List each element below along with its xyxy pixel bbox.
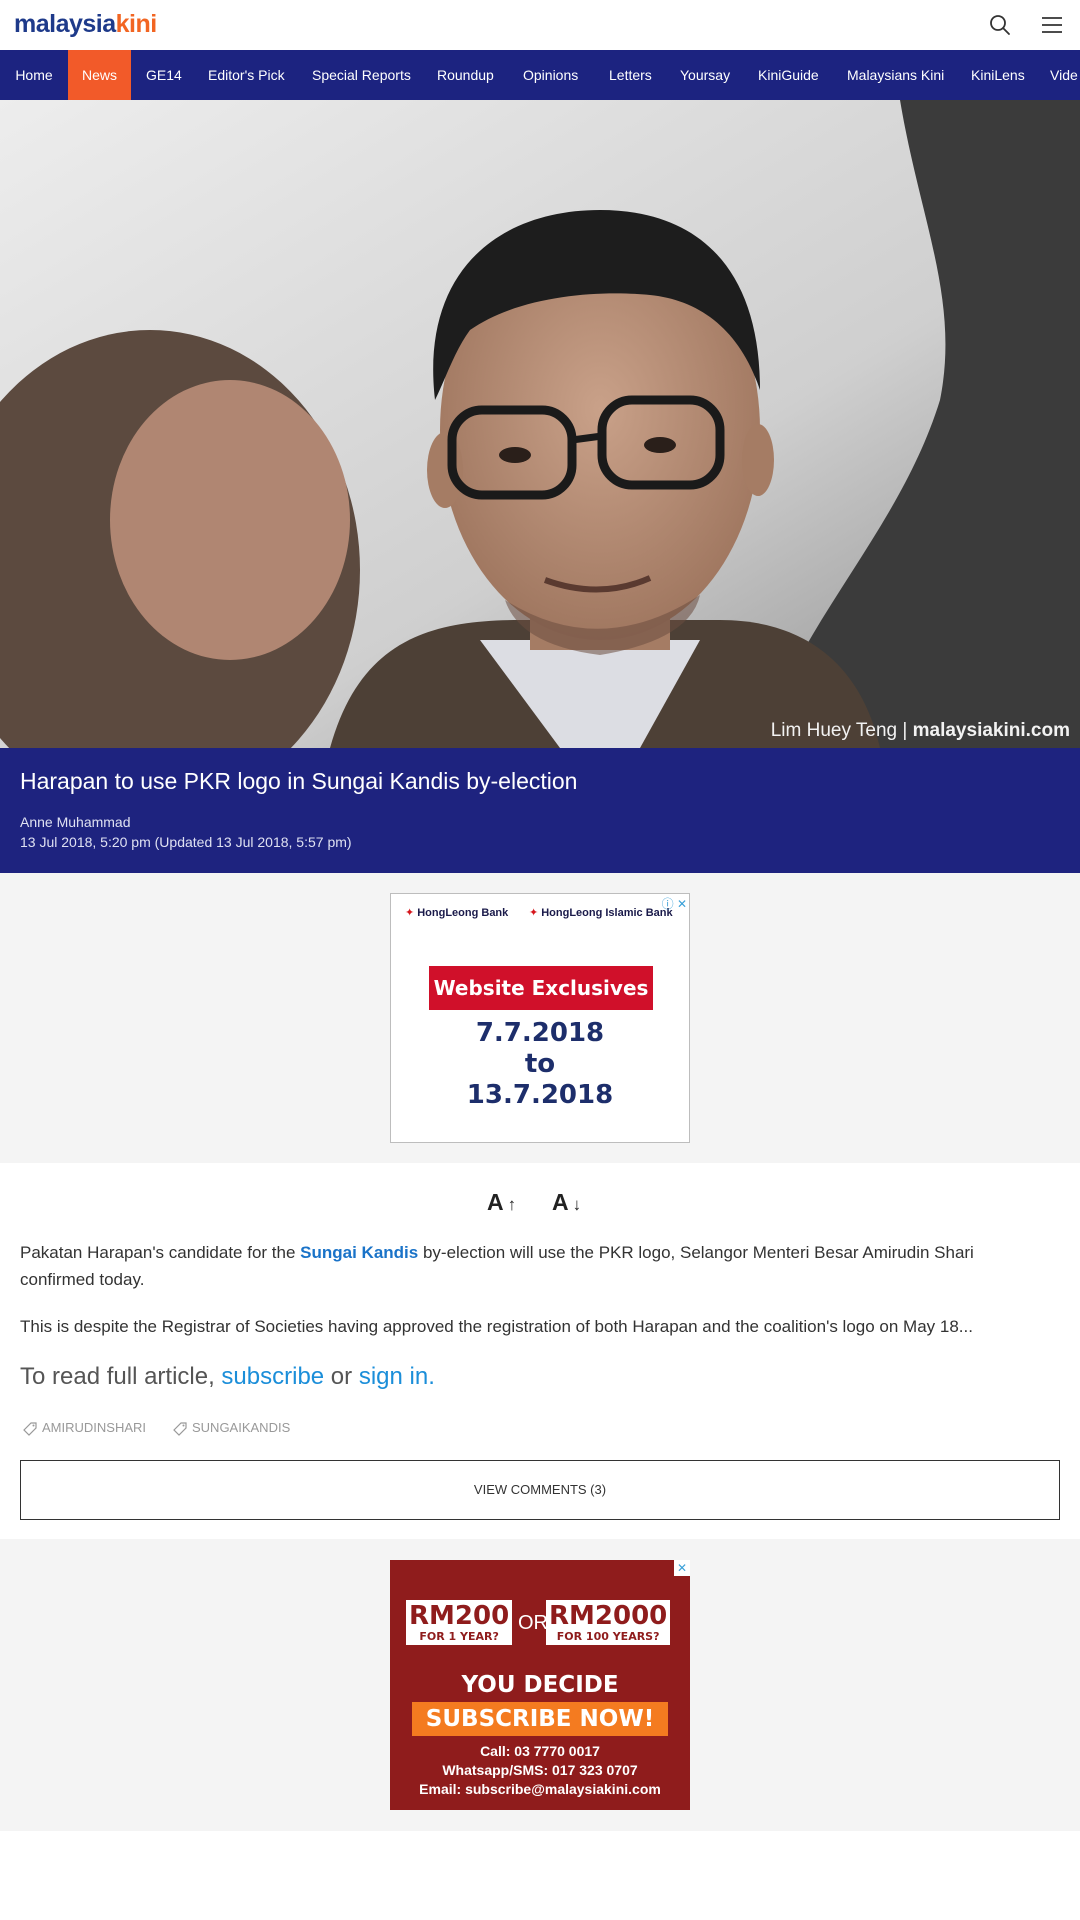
- ad-or-text: OR: [518, 1612, 548, 1634]
- arrow-up-icon: ↑: [507, 1195, 517, 1214]
- top-header: malaysiakini: [0, 0, 1080, 50]
- nav-item-home[interactable]: Home: [0, 50, 68, 100]
- nav-item-special-reports[interactable]: Special Reports: [312, 50, 411, 100]
- nav-item-letters[interactable]: Letters: [609, 50, 652, 100]
- article-header: Harapan to use PKR logo in Sungai Kandis…: [0, 748, 1080, 873]
- site-logo[interactable]: malaysiakini: [14, 10, 157, 39]
- sign-in-link[interactable]: sign in.: [359, 1363, 435, 1390]
- hong-leong-ad[interactable]: ✦ HongLeong Bank ✦ HongLeong Islamic Bank …: [390, 893, 690, 1143]
- ad-whatsapp: Whatsapp/SMS: 017 323 0707: [442, 1762, 638, 1778]
- ad-date-to-word: to: [524, 1049, 556, 1079]
- article-title: Harapan to use PKR logo in Sungai Kandis…: [20, 768, 578, 794]
- font-increase-button[interactable]: A ↑: [487, 1189, 516, 1216]
- ad-contact-info: Call: 03 7770 0017 Whatsapp/SMS: 017 323…: [390, 1742, 690, 1799]
- article-author[interactable]: Anne Muhammad: [20, 814, 131, 830]
- hero-photo: Lim Huey Teng | malaysiakini.com: [0, 100, 1080, 748]
- nav-item-kiniguide[interactable]: KiniGuide: [758, 50, 819, 100]
- hong-leong-bank-logo: ✦ HongLeong Bank: [405, 907, 509, 919]
- article-date: 13 Jul 2018, 5:20 pm (Updated 13 Jul 201…: [20, 834, 352, 850]
- ad-headline: Website Exclusives: [429, 966, 653, 1010]
- nav-item-editors-pick[interactable]: Editor's Pick: [208, 50, 285, 100]
- ad-subscribe-now[interactable]: SUBSCRIBE NOW!: [412, 1702, 668, 1736]
- ad-date-from: 7.7.2018: [475, 1018, 605, 1048]
- tag-icon: [173, 1421, 187, 1436]
- nav-item-malaysians-kini[interactable]: Malaysians Kini: [847, 50, 944, 100]
- arrow-down-icon: ↓: [572, 1195, 582, 1214]
- hamburger-menu-icon[interactable]: [1040, 13, 1064, 37]
- nav-item-opinions[interactable]: Opinions: [523, 50, 578, 100]
- main-nav: Home News GE14 Editor's Pick Special Rep…: [0, 50, 1080, 100]
- subscribe-link[interactable]: subscribe: [221, 1363, 324, 1390]
- ad-email: Email: subscribe@malaysiakini.com: [419, 1781, 661, 1797]
- hero-photo-illustration: [0, 100, 1080, 748]
- tag-icon: [23, 1421, 37, 1436]
- tag-amirudinshari[interactable]: AMIRUDINSHARI: [22, 1420, 146, 1437]
- view-comments-button[interactable]: VIEW COMMENTS (3): [20, 1460, 1060, 1520]
- search-icon[interactable]: [988, 13, 1012, 37]
- ad-you-decide: YOU DECIDE: [461, 1672, 619, 1698]
- ad-price-2: RM2000 FOR 100 YEARS?: [546, 1600, 671, 1645]
- ad-call: Call: 03 7770 0017: [480, 1743, 600, 1759]
- ad-date-to: 13.7.2018: [466, 1080, 614, 1110]
- sungai-kandis-link[interactable]: Sungai Kandis: [300, 1243, 418, 1262]
- ad-date-range: 7.7.2018 to 13.7.2018: [391, 1018, 689, 1111]
- ad-price-1: RM200 FOR 1 YEAR?: [406, 1600, 513, 1645]
- ad-slot-bottom: ✕ RM200 FOR 1 YEAR? OR RM2000 FOR 100 YEAR…: [0, 1539, 1080, 1831]
- nav-item-news[interactable]: News: [68, 50, 131, 100]
- ad-choices-icon[interactable]: ⓘ ✕: [662, 895, 687, 912]
- nav-item-kinilens[interactable]: KiniLens: [971, 50, 1025, 100]
- subscribe-ad[interactable]: ✕ RM200 FOR 1 YEAR? OR RM2000 FOR 100 YEAR…: [390, 1560, 690, 1810]
- nav-item-ge14[interactable]: GE14: [146, 50, 182, 100]
- nav-item-video[interactable]: Vide: [1050, 50, 1078, 100]
- hong-leong-islamic-bank-logo: ✦ HongLeong Islamic Bank: [529, 907, 673, 919]
- article-paragraph-2: This is despite the Registrar of Societi…: [20, 1317, 973, 1336]
- logo-part-kini: kini: [115, 10, 158, 38]
- logo-part-malaysia: malaysia: [14, 10, 116, 38]
- ad-close-icon[interactable]: ✕: [674, 1560, 690, 1576]
- ad-slot-top: ✦ HongLeong Bank ✦ HongLeong Islamic Bank …: [0, 873, 1080, 1163]
- nav-item-roundup[interactable]: Roundup: [437, 50, 494, 100]
- article-body: A ↑ A ↓ Pakatan Harapan's candidate for th…: [0, 1163, 1080, 1539]
- article-paragraph-1: Pakatan Harapan's candidate for the Sung…: [20, 1243, 974, 1289]
- paywall-prompt: To read full article, subscribe or sign …: [20, 1363, 435, 1390]
- photo-credit-site: malaysiakini.com: [912, 720, 1070, 741]
- tag-sungaikandis[interactable]: SUNGAIKANDIS: [172, 1420, 290, 1437]
- font-decrease-button[interactable]: A ↓: [552, 1189, 581, 1216]
- nav-item-yoursay[interactable]: Yoursay: [680, 50, 730, 100]
- photo-credit-name: Lim Huey Teng |: [770, 720, 908, 741]
- photo-credit: Lim Huey Teng | malaysiakini.com: [771, 720, 1070, 742]
